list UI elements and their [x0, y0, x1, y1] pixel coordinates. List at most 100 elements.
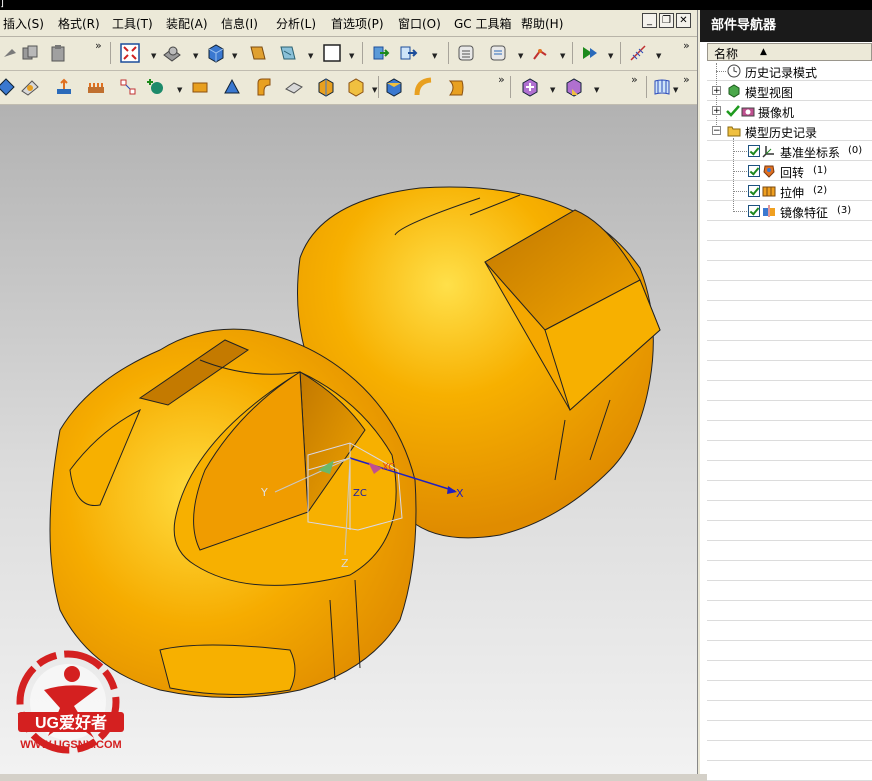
axis-label-z: Z	[341, 557, 349, 570]
fit-view-icon[interactable]	[120, 43, 140, 63]
feature-datum-csys[interactable]: 基准坐标系 (0)	[707, 141, 872, 161]
dropdown-arrow-icon[interactable]: ▼	[518, 52, 523, 60]
dropdown-arrow-icon[interactable]: ▼	[608, 52, 613, 60]
dropdown-arrow-icon[interactable]: ▼	[232, 52, 237, 60]
nav-node-model-history[interactable]: − 模型历史记录	[707, 121, 872, 141]
nav-node-model-views[interactable]: + 模型视图	[707, 81, 872, 101]
wcs-dynamics-icon[interactable]	[278, 43, 298, 63]
clock-icon	[727, 64, 741, 78]
expand-icon[interactable]: +	[712, 86, 721, 96]
feature-operation-icon[interactable]	[398, 43, 418, 63]
toolbar-overflow-5[interactable]: »	[683, 73, 690, 86]
toolbar-overflow-4[interactable]: »	[631, 73, 638, 86]
toolbar-separator	[362, 42, 363, 64]
feature-visibility-checkbox[interactable]	[748, 205, 760, 217]
menu-information[interactable]: 信息(I)	[221, 15, 258, 32]
menu-assemblies[interactable]: 装配(A)	[166, 15, 208, 32]
extrude-tool-icon[interactable]	[54, 77, 74, 97]
toolbar-overflow-3[interactable]: »	[498, 73, 505, 86]
restore-button[interactable]: ❐	[659, 13, 674, 28]
paste-icon[interactable]	[48, 43, 68, 63]
feature-visibility-checkbox[interactable]	[748, 185, 760, 197]
feature-label: 镜像特征	[780, 206, 829, 220]
collapse-icon[interactable]: −	[712, 126, 721, 136]
menu-format[interactable]: 格式(R)	[58, 15, 100, 32]
feature-visibility-checkbox[interactable]	[748, 145, 760, 157]
dropdown-arrow-icon[interactable]: ▼	[151, 52, 156, 60]
rendering-style-icon[interactable]	[162, 43, 182, 63]
nav-node-history-mode[interactable]: 历史记录模式	[707, 61, 872, 81]
dropdown-arrow-icon[interactable]: ▼	[372, 86, 377, 94]
edge-blend-icon[interactable]	[254, 77, 274, 97]
sketch-constraint-icon[interactable]	[530, 43, 550, 63]
dropdown-arrow-icon[interactable]: ▼	[349, 52, 354, 60]
dropdown-arrow-icon[interactable]: ▼	[177, 86, 182, 94]
menu-gc-toolkits[interactable]: GC 工具箱	[454, 15, 512, 32]
feature-visibility-checkbox[interactable]	[748, 165, 760, 177]
name-column-header[interactable]: 名称 ▲	[707, 43, 872, 61]
ugsnx-watermark-logo: UG爱好者 WWW.UGSNX.COM	[8, 648, 136, 766]
draft-icon[interactable]	[316, 77, 336, 97]
menu-preferences[interactable]: 首选项(P)	[331, 15, 384, 32]
menu-analysis[interactable]: 分析(L)	[276, 15, 316, 32]
dropdown-arrow-icon[interactable]: ▼	[656, 52, 661, 60]
toolbar-separator	[110, 42, 111, 64]
edit-feature-icon[interactable]	[456, 43, 476, 63]
trim-body-icon[interactable]	[346, 77, 366, 97]
revolve-icon	[763, 165, 775, 178]
block-icon[interactable]	[384, 77, 404, 97]
toolbar-overflow-1[interactable]: »	[95, 39, 102, 52]
boss-icon[interactable]	[190, 77, 210, 97]
menu-tools[interactable]: 工具(T)	[112, 15, 153, 32]
swept-icon[interactable]	[414, 77, 434, 97]
measure-distance-icon[interactable]	[628, 43, 648, 63]
layer-settings-icon[interactable]	[248, 43, 268, 63]
dropdown-arrow-icon[interactable]: ▼	[560, 52, 565, 60]
toolbar-separator	[572, 42, 573, 64]
dropdown-arrow-icon[interactable]: ▼	[193, 52, 198, 60]
feature-revolve[interactable]: 回转 (1)	[707, 161, 872, 181]
select-feature-icon[interactable]	[370, 43, 390, 63]
dropdown-arrow-icon[interactable]: ▼	[594, 86, 599, 94]
axis-label-xc: XC	[382, 462, 396, 473]
expand-icon[interactable]: +	[712, 106, 721, 116]
feature-label: 拉伸	[780, 186, 805, 200]
edit-parameters-icon[interactable]	[488, 43, 508, 63]
feature-index: (1)	[813, 165, 828, 176]
play-feature-icon[interactable]	[580, 43, 600, 63]
menu-help[interactable]: 帮助(H)	[521, 15, 563, 32]
shell-icon[interactable]	[222, 77, 242, 97]
edit-object-display-icon[interactable]	[564, 77, 584, 97]
navigator-title: 部件导航器	[700, 10, 872, 42]
point-icon[interactable]	[118, 77, 138, 97]
orient-view-icon[interactable]	[206, 43, 226, 63]
datum-csys-icon	[762, 146, 774, 158]
surface-icon[interactable]	[446, 77, 466, 97]
dropdown-arrow-icon[interactable]: ▼	[673, 86, 678, 94]
color-palette-icon[interactable]	[322, 43, 342, 63]
feature-label: 基准坐标系	[780, 146, 841, 160]
sketch-icon[interactable]	[0, 77, 16, 97]
dropdown-arrow-icon[interactable]: ▼	[432, 52, 437, 60]
ruled-surface-icon[interactable]	[652, 77, 672, 97]
hole-icon[interactable]	[147, 77, 167, 97]
dropdown-arrow-icon[interactable]: ▼	[550, 86, 555, 94]
copy-icon[interactable]	[20, 43, 40, 63]
cut-icon[interactable]	[2, 43, 22, 63]
close-button[interactable]: ✕	[676, 13, 691, 28]
chamfer-icon[interactable]	[284, 77, 304, 97]
menu-insert[interactable]: 插入(S)	[3, 15, 44, 32]
toolbar-overflow-2[interactable]: »	[683, 39, 690, 52]
datum-plane-icon[interactable]	[20, 77, 40, 97]
menu-window[interactable]: 窗口(O)	[398, 15, 441, 32]
minimize-button[interactable]: _	[642, 13, 657, 28]
move-object-icon[interactable]	[520, 77, 540, 97]
feature-index: (3)	[837, 205, 852, 216]
dropdown-arrow-icon[interactable]: ▼	[308, 52, 313, 60]
title-bar-fragment: ]	[0, 0, 4, 9]
nav-node-cameras[interactable]: + 摄像机	[707, 101, 872, 121]
sort-ascending-icon[interactable]: ▲	[760, 47, 767, 57]
feature-mirror[interactable]: 镜像特征 (3)	[707, 201, 872, 221]
pattern-feature-icon[interactable]	[86, 77, 106, 97]
feature-extrude[interactable]: 拉伸 (2)	[707, 181, 872, 201]
